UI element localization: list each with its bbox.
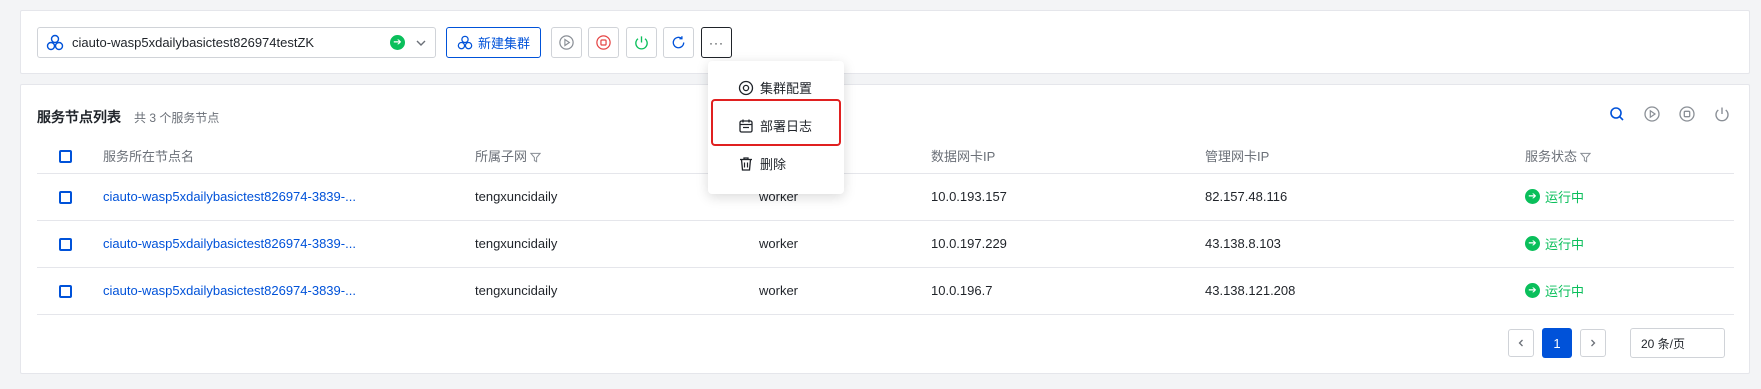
trash-icon <box>740 156 752 171</box>
refresh-button[interactable] <box>663 27 694 58</box>
row-checkbox[interactable] <box>59 238 72 252</box>
node-name-link[interactable]: ciauto-wasp5xdailybasictest826974-3839-.… <box>103 236 356 251</box>
running-icon: ➔ <box>1525 236 1540 251</box>
new-cluster-label: 新建集群 <box>477 36 530 51</box>
toolbar-panel: ciauto-wasp5xdailybasictest826974testZK … <box>20 10 1750 74</box>
table-header-row: 服务所在节点名 所属子网 数据网卡IP 管理网卡IP 服务状态 <box>37 138 1734 174</box>
chevron-right-icon <box>1591 339 1596 347</box>
status-badge: ➔ 运行中 <box>1525 187 1584 206</box>
panel-actions <box>1608 105 1731 123</box>
select-all-checkbox[interactable] <box>59 149 72 163</box>
cluster-icon <box>457 35 473 49</box>
chevron-down-icon <box>416 40 426 46</box>
mgmt-ip-cell: 82.157.48.116 <box>1205 173 1525 221</box>
role-cell: worker <box>759 220 931 268</box>
service-node-panel: 服务节点列表 共 3 个服务节点 服务所在节点名 所属子网 数据网卡IP 管理网… <box>20 84 1750 374</box>
header-mgmt-ip: 管理网卡IP <box>1205 138 1525 174</box>
filter-icon[interactable] <box>530 152 542 163</box>
data-ip-cell: 10.0.193.157 <box>931 173 1205 221</box>
power-icon <box>635 36 648 50</box>
table-row: ciauto-wasp5xdailybasictest826974-3839-.… <box>37 220 1734 268</box>
refresh-icon <box>672 36 685 49</box>
status-badge: ➔ 运行中 <box>1525 234 1584 253</box>
header-data-ip: 数据网卡IP <box>931 138 1205 174</box>
current-page[interactable]: 1 <box>1542 328 1572 358</box>
status-badge: ➔ 运行中 <box>1525 281 1584 300</box>
next-page-button[interactable] <box>1580 329 1606 357</box>
menu-item-label: 删除 <box>760 157 787 172</box>
cluster-name: ciauto-wasp5xdailybasictest826974testZK <box>72 35 315 50</box>
subnet-cell: tengxuncidaily <box>475 267 759 315</box>
page-title: 服务节点列表 <box>37 109 121 125</box>
node-name-link[interactable]: ciauto-wasp5xdailybasictest826974-3839-.… <box>103 283 356 298</box>
mgmt-ip-cell: 43.138.121.208 <box>1205 267 1525 315</box>
data-ip-cell: 10.0.196.7 <box>931 267 1205 315</box>
cluster-icon <box>46 34 64 52</box>
mgmt-ip-cell: 43.138.8.103 <box>1205 220 1525 268</box>
power-icon[interactable] <box>1713 105 1731 123</box>
service-node-table: 服务所在节点名 所属子网 数据网卡IP 管理网卡IP 服务状态 ciauto-w… <box>37 138 1734 315</box>
play-icon <box>559 35 574 50</box>
subnet-cell: tengxuncidaily <box>475 220 759 268</box>
header-status-label: 服务状态 <box>1525 148 1578 164</box>
play-icon[interactable] <box>1643 105 1661 123</box>
table-row: ciauto-wasp5xdailybasictest826974-3839-.… <box>37 267 1734 315</box>
row-checkbox[interactable] <box>59 191 72 205</box>
header-subnet-label: 所属子网 <box>475 148 528 164</box>
new-cluster-button[interactable]: 新建集群 <box>446 27 541 58</box>
node-count: 共 3 个服务节点 <box>134 111 220 125</box>
more-button[interactable]: ··· <box>701 27 732 58</box>
role-cell: worker <box>759 267 931 315</box>
more-icon: ··· <box>709 35 724 50</box>
status-label: 运行中 <box>1545 284 1585 299</box>
table-row: ciauto-wasp5xdailybasictest826974-3839-.… <box>37 173 1734 221</box>
menu-item-delete[interactable]: 删除 <box>738 154 786 173</box>
running-icon: ➔ <box>1525 189 1540 204</box>
node-name-link[interactable]: ciauto-wasp5xdailybasictest826974-3839-.… <box>103 189 356 204</box>
start-button[interactable] <box>551 27 582 58</box>
highlight-box <box>711 99 841 146</box>
menu-item-label: 集群配置 <box>760 81 813 96</box>
pagination: 1 20 条/页 <box>1508 328 1725 358</box>
settings-circle-icon <box>738 80 754 95</box>
data-ip-cell: 10.0.197.229 <box>931 220 1205 268</box>
menu-item-cluster-config[interactable]: 集群配置 <box>738 78 812 97</box>
stop-icon[interactable] <box>1678 105 1696 123</box>
running-icon: ➔ <box>1525 283 1540 298</box>
power-button[interactable] <box>626 27 657 58</box>
prev-page-button[interactable] <box>1508 329 1534 357</box>
header-status[interactable]: 服务状态 <box>1525 138 1734 174</box>
stop-icon <box>596 35 611 50</box>
cluster-select[interactable]: ciauto-wasp5xdailybasictest826974testZK … <box>37 27 436 58</box>
status-label: 运行中 <box>1545 190 1585 205</box>
header-node-name: 服务所在节点名 <box>103 138 475 174</box>
status-label: 运行中 <box>1545 237 1585 252</box>
stop-button[interactable] <box>588 27 619 58</box>
chevron-left-icon <box>1518 339 1523 347</box>
search-icon[interactable] <box>1608 105 1626 123</box>
page-size-select[interactable]: 20 条/页 <box>1630 328 1725 358</box>
row-checkbox[interactable] <box>59 285 72 299</box>
filter-icon[interactable] <box>1580 152 1592 163</box>
running-status-icon: ➔ <box>390 35 405 50</box>
